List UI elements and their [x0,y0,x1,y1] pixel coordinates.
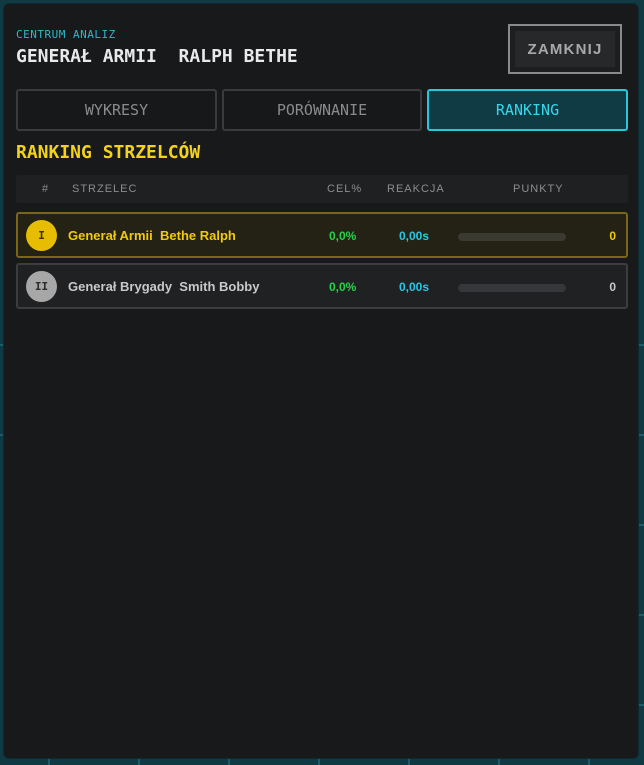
tab-bar: WYKRESY PORÓWNANIE RANKING [16,89,628,131]
reaction-value: 0,00s [399,280,430,294]
rank-badge-gold: I [26,220,57,251]
ranking-title: RANKING STRZELCÓW [16,142,201,163]
column-header-points: PUNKTY [513,183,564,195]
points-bar [458,233,566,241]
column-header-reaction: REAKCJA [387,183,445,195]
points-value: 0 [609,280,616,294]
points-value: 0 [609,229,616,243]
points-bar [458,284,566,292]
reaction-value: 0,00s [399,229,430,243]
shooter-name: Generał Brygady Smith Bobby [68,279,260,294]
close-button[interactable]: ZAMKNIJ [508,24,622,74]
close-button-label: ZAMKNIJ [515,31,615,67]
shooter-name: Generał Armii Bethe Ralph [68,228,236,243]
panel-title: GENERAŁ ARMII RALPH BETHE [16,46,298,67]
column-header-shooter: STRZELEC [72,183,138,195]
analysis-panel: CENTRUM ANALIZ GENERAŁ ARMII RALPH BETHE… [3,3,639,759]
accuracy-value: 0,0% [329,280,357,294]
tab-ranking[interactable]: RANKING [427,89,628,131]
column-header-accuracy: CEL% [327,183,363,195]
table-header: # STRZELEC CEL% REAKCJA PUNKTY [16,175,628,203]
accuracy-value: 0,0% [329,229,357,243]
panel-subtitle: CENTRUM ANALIZ [16,28,116,41]
tab-porownanie[interactable]: PORÓWNANIE [222,89,422,131]
tab-wykresy[interactable]: WYKRESY [16,89,217,131]
rank-badge-silver: II [26,271,57,302]
table-row[interactable]: II Generał Brygady Smith Bobby 0,0% 0,00… [16,263,628,309]
table-row[interactable]: I Generał Armii Bethe Ralph 0,0% 0,00s 0 [16,212,628,258]
column-header-rank: # [42,183,50,195]
